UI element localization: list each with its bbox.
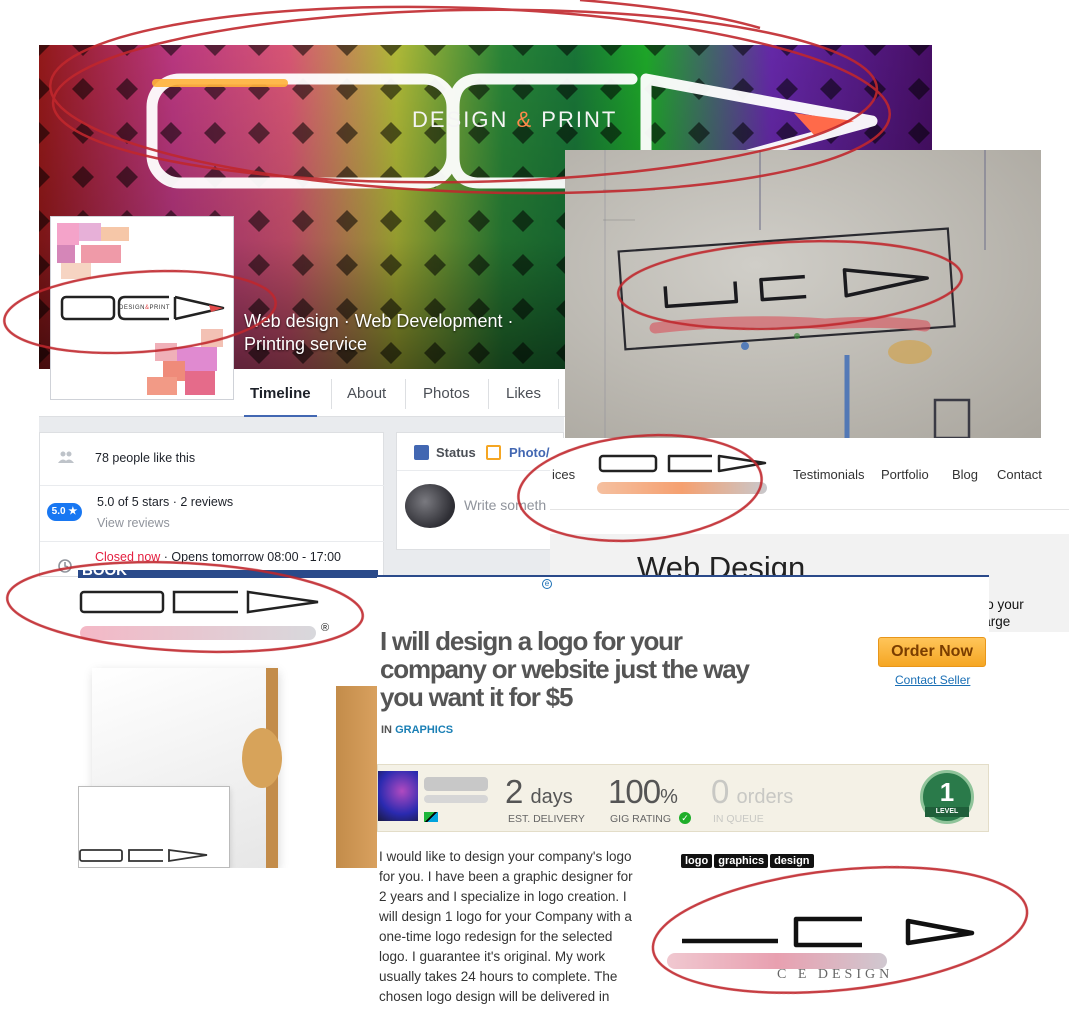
nav-testimonials[interactable]: Testimonials	[793, 467, 865, 482]
country-flag-icon	[424, 812, 438, 822]
annotation-stroke-top	[579, 0, 761, 30]
tag-graphics[interactable]: graphics	[714, 854, 769, 868]
level-number: 1	[939, 777, 955, 807]
kraft-box	[336, 686, 378, 868]
level-badge-icon: 1 LEVEL	[920, 770, 974, 824]
opens-tomorrow-label: · Opens tomorrow 08:00 - 17:00	[160, 550, 341, 564]
packaging-mockup: BOOK ®	[78, 570, 378, 868]
hours-text: Closed now · Opens tomorrow 08:00 - 17:0…	[95, 550, 341, 564]
rating-label: GIG RATING	[610, 813, 672, 825]
likes-count[interactable]: 78 people like this	[95, 451, 195, 465]
gig-tags: logo graphics design	[681, 854, 814, 868]
people-icon	[58, 451, 74, 463]
order-now-button[interactable]: Order Now	[878, 637, 986, 667]
divider	[40, 541, 385, 542]
rating-text: 5.0 of 5 stars · 2 reviews	[97, 495, 234, 509]
blurred-seller-info	[424, 795, 488, 803]
status-tab[interactable]: Status	[436, 445, 476, 460]
tagline-line-2: Printing service	[244, 334, 368, 354]
closed-now-label: Closed now	[95, 550, 161, 564]
gig-listing: e I will design a logo for your company …	[377, 575, 989, 1014]
nav-blog[interactable]: Blog	[952, 467, 978, 482]
blurred-seller-name	[424, 777, 488, 791]
contact-seller-link[interactable]: Contact Seller	[895, 673, 970, 687]
gig-title: I will design a logo for your company or…	[380, 626, 750, 712]
queue-label: IN QUEUE	[713, 813, 764, 825]
brand-print-word: PRINT	[541, 107, 618, 132]
seller-avatar[interactable]	[378, 771, 418, 821]
avatar	[405, 484, 455, 528]
delivery-number: 2	[505, 773, 523, 810]
tab-timeline[interactable]: Timeline	[244, 385, 317, 418]
category-prefix: IN	[381, 724, 396, 736]
view-reviews-link[interactable]: View reviews	[97, 516, 170, 530]
card-logo	[79, 848, 208, 863]
registered-mark: ®	[321, 622, 330, 634]
tab-divider	[331, 379, 332, 409]
tab-divider	[405, 379, 406, 409]
tag-logo[interactable]: logo	[681, 854, 713, 868]
queue-unit: orders	[736, 786, 794, 808]
rating-badge: 5.0 ★	[47, 503, 82, 521]
rating-value: 100%	[608, 773, 678, 811]
level-text: LEVEL	[925, 807, 969, 817]
nav-services[interactable]: ices	[552, 467, 575, 482]
queue-value: 0 orders	[711, 773, 793, 811]
rating-number: 100	[608, 773, 661, 810]
tab-divider	[558, 379, 559, 409]
delivery-label: EST. DELIVERY	[508, 813, 585, 825]
delivery-value: 2 days	[505, 773, 573, 811]
blurred-logo-text	[80, 626, 316, 640]
nav-contact[interactable]: Contact	[997, 467, 1042, 482]
sketch-drawing	[603, 150, 986, 438]
about-info-card: 78 people like this 5.0 ★ 5.0 of 5 stars…	[39, 432, 385, 577]
mockup-header-text: BOOK	[82, 570, 127, 579]
cover-brand-text: DESIGN & PRINT	[412, 107, 617, 133]
photo-tab[interactable]: Photo/	[509, 445, 549, 460]
composer-placeholder[interactable]: Write someth	[464, 497, 546, 513]
tagline-line-1: Web design · Web Development ·	[244, 311, 514, 331]
profile-picture[interactable]: DESIGN&PRINT	[50, 216, 234, 400]
delivery-unit: days	[530, 786, 573, 808]
tab-about[interactable]: About	[347, 385, 386, 402]
gig-category: IN GRAPHICS	[381, 724, 453, 736]
profile-brand-print: PRINT	[149, 305, 171, 311]
category-link[interactable]: GRAPHICS	[395, 724, 453, 736]
disc-window	[242, 728, 282, 788]
gig-stats-bar: 2 days EST. DELIVERY 100% GIG RATING ✓ 0…	[377, 764, 989, 832]
rating-unit: %	[660, 786, 678, 808]
blurred-tagline	[597, 482, 767, 494]
tab-divider	[488, 379, 489, 409]
cover-tagline: Web design · Web Development · Printing …	[244, 310, 564, 356]
website-nav: ices Testimonials Portfolio Blog Contact	[550, 438, 1069, 510]
tab-photos[interactable]: Photos	[423, 385, 470, 402]
website-logo[interactable]	[597, 453, 767, 475]
gig-description: I would like to design your company's lo…	[379, 849, 633, 1004]
tag-design[interactable]: design	[770, 854, 814, 868]
profile-brand-text: DESIGN&PRINT	[119, 305, 170, 311]
gig-top-border	[377, 575, 989, 577]
tab-likes[interactable]: Likes	[506, 385, 541, 402]
mockup-logo	[79, 590, 319, 614]
profile-brand-design: DESIGN	[119, 305, 146, 311]
divider	[40, 485, 385, 486]
corner-logo-text: C E DESIGN	[777, 967, 894, 982]
check-icon: ✓	[679, 812, 691, 824]
brand-design-word: DESIGN	[412, 107, 509, 132]
logo-sketch-photo	[565, 150, 1041, 438]
photo-icon	[486, 445, 501, 460]
brand-ampersand: &	[516, 107, 534, 132]
business-card	[78, 786, 230, 868]
pencil-icon	[414, 445, 429, 460]
post-composer: Status Photo/ Write someth	[396, 432, 565, 550]
nav-portfolio[interactable]: Portfolio	[881, 467, 929, 482]
clock-icon	[58, 559, 72, 573]
browser-icon: e	[542, 579, 552, 589]
queue-number: 0	[711, 773, 729, 810]
